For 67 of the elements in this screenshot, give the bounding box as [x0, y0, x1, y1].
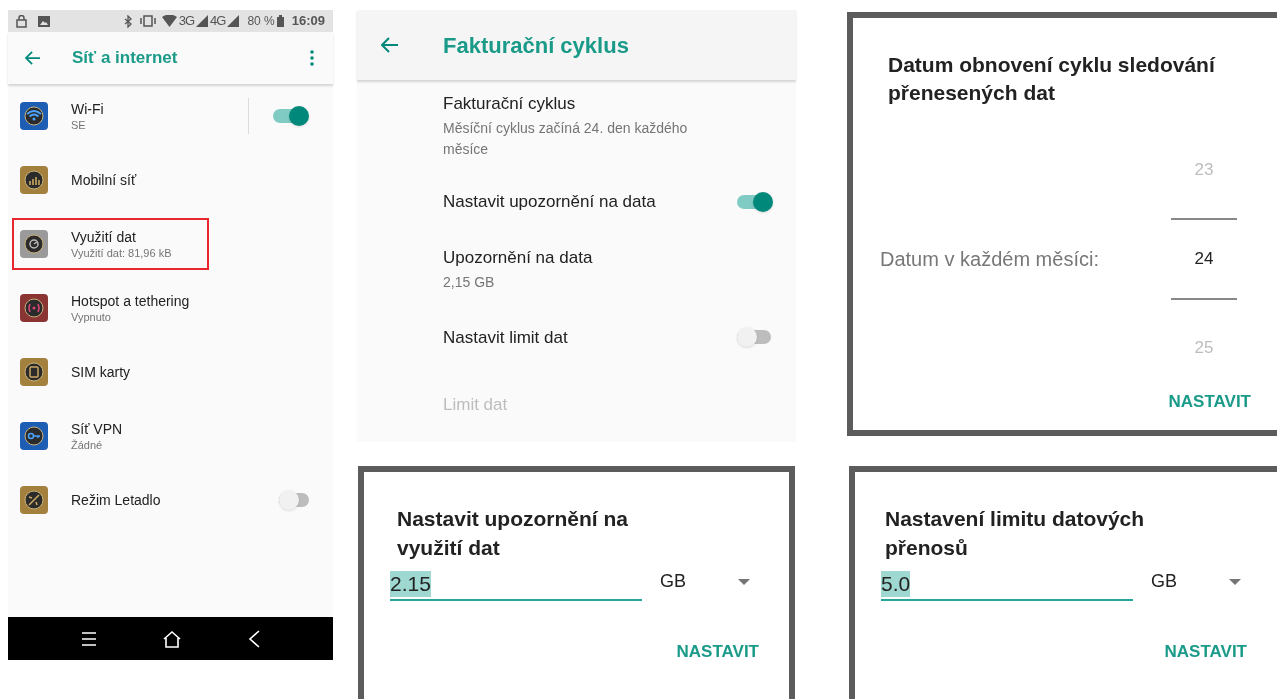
dialog-title: Datum obnovení cyklu sledování přenesených dat: [887, 52, 1217, 106]
picker-value[interactable]: 24: [1171, 218, 1237, 300]
sim-card-icon: [20, 358, 48, 386]
gauge-icon: [20, 230, 48, 258]
signal-icon: [227, 15, 240, 27]
network-type: 4G: [210, 12, 226, 31]
item-summary: SE: [71, 117, 87, 133]
lock-icon: [16, 14, 27, 28]
dropdown-caret-icon: [738, 578, 750, 585]
network-type: 3G: [178, 12, 195, 31]
setting-title[interactable]: Fakturační cyklus: [443, 91, 696, 116]
screen-title: Fakturační cyklus: [443, 31, 629, 60]
dialog-title: Nastavení limitu datových přenosů: [884, 506, 1146, 561]
item-summary: Využití dat: 81,96 kB: [71, 245, 172, 261]
unit-dropdown[interactable]: GB: [660, 568, 760, 601]
setting-title[interactable]: Upozornění na data: [443, 246, 696, 271]
screen-title: Síť a internet: [72, 47, 179, 70]
wifi-icon: [20, 102, 48, 130]
settings-row[interactable]: SIM karty: [12, 346, 209, 398]
unit-dropdown[interactable]: GB: [1151, 568, 1251, 601]
setting-title[interactable]: Nastavit limit dat: [443, 324, 737, 351]
setting-title[interactable]: Nastavit upozornění na data: [443, 189, 737, 215]
settings-row[interactable]: Síť VPN Žádné: [12, 410, 209, 462]
hotspot-icon: [20, 294, 48, 322]
settings-row[interactable]: Wi-Fi SE: [12, 90, 209, 142]
toggle-switch[interactable]: [737, 327, 773, 348]
item-label[interactable]: Síť VPN: [71, 419, 123, 438]
unit-value: GB: [1151, 570, 1178, 593]
item-label[interactable]: Hotspot a tethering: [71, 291, 190, 310]
item-label[interactable]: Mobilní síť: [71, 171, 137, 189]
toggle-switch[interactable]: [273, 106, 309, 126]
toggle-switch[interactable]: [737, 192, 773, 213]
item-summary: Vypnuto: [71, 309, 112, 325]
item-label[interactable]: Wi-Fi: [71, 99, 104, 118]
key-icon: [20, 422, 48, 450]
home-icon[interactable]: [162, 629, 183, 648]
settings-row[interactable]: Hotspot a tethering Vypnuto: [12, 282, 209, 334]
airplane-icon: [20, 486, 48, 514]
image-icon: [38, 15, 50, 27]
battery-icon: [276, 15, 284, 27]
vibrate-icon: [138, 15, 157, 27]
wifi-icon: [161, 15, 177, 27]
setting-title: Limit dat: [443, 393, 509, 416]
selected-text: 5.0: [881, 571, 911, 597]
setting-summary: 2,15 GB: [443, 273, 496, 293]
item-summary: Žádné: [71, 437, 104, 453]
settings-row[interactable]: Mobilní síť: [12, 154, 209, 206]
input-field[interactable]: 5.0: [881, 571, 1133, 601]
dropdown-caret-icon: [1229, 578, 1241, 585]
battery-percent: 80 %: [247, 13, 275, 30]
input-field[interactable]: 2.15: [390, 571, 642, 601]
item-label[interactable]: SIM karty: [71, 363, 131, 381]
settings-row[interactable]: Režim Letadlo: [12, 474, 209, 526]
picker-label: Datum v každém měsíci:: [880, 247, 1099, 272]
bluetooth-icon: [123, 14, 133, 28]
signal-bars-icon: [20, 166, 48, 194]
item-label[interactable]: Režim Letadlo: [71, 491, 161, 509]
dialog-title: Nastavit upozornění na využití dat: [396, 506, 630, 561]
signal-icon: [196, 15, 209, 27]
more-options-icon[interactable]: [310, 50, 314, 66]
menu-icon[interactable]: [80, 631, 97, 646]
selected-text: 2.15: [390, 571, 431, 597]
toggle-switch[interactable]: [279, 490, 309, 510]
setting-summary: Měsíční cyklus začíná 24. den každého měsíce: [443, 118, 689, 159]
clock: 16:09: [291, 12, 325, 31]
item-label[interactable]: Využití dat: [71, 227, 172, 246]
unit-value: GB: [660, 570, 687, 593]
